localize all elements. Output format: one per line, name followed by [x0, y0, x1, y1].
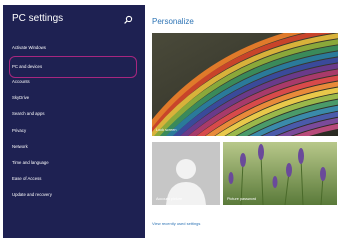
sidebar-item-accounts[interactable]: Accounts: [12, 79, 30, 84]
sidebar-item-activate-windows[interactable]: Activate Windows: [12, 45, 46, 50]
sidebar-item-ease-of-access[interactable]: Ease of Access: [12, 176, 41, 181]
lock-screen-image: [152, 33, 338, 136]
view-recent-settings-link[interactable]: View recently used settings: [152, 221, 200, 226]
lavender-image: [223, 142, 337, 205]
account-avatar-icon: [152, 142, 220, 205]
sidebar-title: PC settings: [12, 13, 64, 24]
account-picture-label: Account picture: [156, 197, 183, 201]
sidebar-item-update-and-recovery[interactable]: Update and recovery: [12, 192, 52, 197]
sidebar-item-network[interactable]: Network: [12, 144, 28, 149]
lock-screen-tile[interactable]: Lock screen: [152, 33, 338, 136]
picture-password-tile[interactable]: Picture password: [223, 142, 337, 205]
sidebar-item-search-and-apps[interactable]: Search and apps: [12, 111, 45, 116]
search-icon[interactable]: [123, 15, 133, 25]
picture-password-label: Picture password: [227, 197, 257, 201]
sidebar-item-skydrive[interactable]: SkyDrive: [12, 95, 29, 100]
sidebar-item-pc-and-devices[interactable]: PC and devices: [12, 64, 42, 69]
sidebar-item-privacy[interactable]: Privacy: [12, 128, 26, 133]
sidebar: PC settings Activate Windows PC and devi…: [3, 5, 145, 238]
page-title: Personalize: [152, 17, 194, 26]
account-picture-tile[interactable]: Account picture: [152, 142, 220, 205]
lock-screen-label: Lock screen: [156, 128, 177, 132]
sidebar-item-time-and-language[interactable]: Time and language: [12, 160, 49, 165]
